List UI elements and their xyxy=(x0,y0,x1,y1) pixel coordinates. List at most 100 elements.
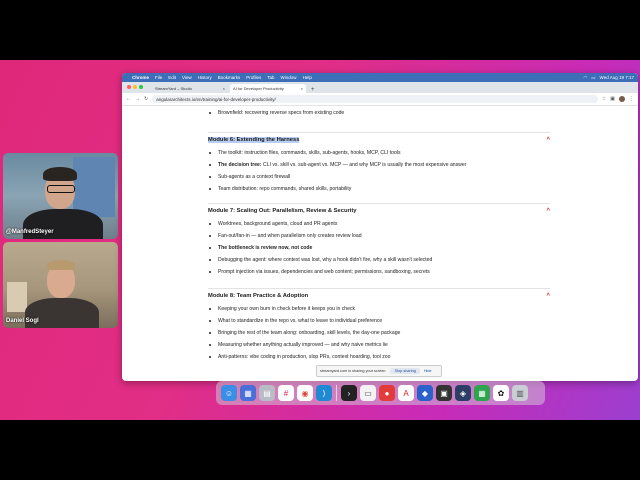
list-item-text: CLI vs. skill vs. sub-agent vs. MCP — an… xyxy=(261,162,467,168)
app-icon-green[interactable]: ▦ xyxy=(474,385,490,401)
menubar-item[interactable]: File xyxy=(155,75,162,80)
app-icon-red[interactable]: ● xyxy=(379,385,395,401)
list-item-bold: The bottleneck is review now, not code xyxy=(218,245,313,251)
window-controls xyxy=(127,85,143,89)
address-bar[interactable]: angulararchitects.io/en/training/ai-for-… xyxy=(152,95,598,103)
wifi-icon[interactable]: ◠ xyxy=(583,75,587,81)
close-icon[interactable]: × xyxy=(223,86,225,91)
chrome-icon[interactable]: ◉ xyxy=(297,385,313,401)
list-item: Anti-patterns: vibe coding in production… xyxy=(208,351,550,363)
list-item-text: Sub-agents as a context firewall xyxy=(218,174,291,180)
hide-button[interactable]: Hide xyxy=(424,369,432,373)
calendar-icon[interactable]: ▤ xyxy=(259,385,275,401)
list-item: Sub-agents as a context firewall xyxy=(208,171,550,183)
app-icon-blue[interactable]: ◆ xyxy=(417,385,433,401)
app-icon-navy[interactable]: ◈ xyxy=(455,385,471,401)
module-header[interactable]: Module 7: Scaling Out: Parallelism, Revi… xyxy=(208,203,550,218)
stop-sharing-button[interactable]: Stop sharing xyxy=(390,368,420,374)
menubar-app-name[interactable]: Chrome xyxy=(132,75,149,80)
forward-icon[interactable]: → xyxy=(135,96,140,102)
menubar-clock[interactable]: Wed Aug 19 7:17 xyxy=(600,75,634,80)
module-title: Module 6: Extending the Harness xyxy=(208,137,300,143)
list-item: Measuring whether anything actually impr… xyxy=(208,339,550,351)
module-title: Module 8: Team Practice & Adoption xyxy=(208,293,309,299)
list-item: Fan-out/fan-in — and when parallelism on… xyxy=(208,230,550,242)
list-item: Debugging the agent: where context was l… xyxy=(208,254,550,266)
tab-strip: StreamYard – Studio × AI for Developer P… xyxy=(122,82,638,93)
menubar-item[interactable]: Bookmarks xyxy=(218,75,241,80)
dock-separator xyxy=(336,385,337,401)
list-item: The toolkit: instruction files, commands… xyxy=(208,147,550,159)
screen-share-banner: streamyard.com is sharing your screen. S… xyxy=(316,365,442,377)
menubar-item[interactable]: Window xyxy=(281,75,297,80)
participant-name: Daniel Sogl xyxy=(6,318,39,324)
webcam-tile-1: @ManfredSteyer xyxy=(3,153,118,239)
mac-menubar: Chrome File Edit View History Bookmarks … xyxy=(122,73,638,82)
webcam-tile-2: Daniel Sogl xyxy=(3,242,118,328)
close-window-icon[interactable] xyxy=(127,85,131,89)
tab-title: AI for Developer Productivity xyxy=(233,86,284,91)
extensions-icon[interactable]: ▣ xyxy=(610,96,615,102)
page-content: Brownfield: recovering reverse specs fro… xyxy=(122,106,638,381)
chevron-up-icon[interactable]: ^ xyxy=(546,208,550,214)
slack-icon[interactable]: # xyxy=(278,385,294,401)
trash-icon[interactable]: ▥ xyxy=(512,385,528,401)
background-shelf xyxy=(73,157,115,217)
list-item-text: Prompt injection via issues, dependencie… xyxy=(218,269,430,275)
background-lamp xyxy=(7,282,27,312)
menubar-item[interactable]: Profiles xyxy=(246,75,261,80)
terminal-icon[interactable]: › xyxy=(341,385,357,401)
star-icon[interactable]: ☆ xyxy=(602,96,606,102)
toolbar: ← → ↻ angulararchitects.io/en/training/a… xyxy=(122,93,638,106)
profile-avatar[interactable] xyxy=(619,96,625,102)
menubar-item[interactable]: Help xyxy=(303,75,312,80)
list-item: Brownfield: recovering reverse specs fro… xyxy=(208,107,550,119)
launchpad-icon[interactable]: ▦ xyxy=(240,385,256,401)
list-item-text: Debugging the agent: where context was l… xyxy=(218,257,433,263)
acrobat-icon[interactable]: A xyxy=(398,385,414,401)
close-icon[interactable]: × xyxy=(301,86,303,91)
person-hair xyxy=(47,260,75,270)
module-header[interactable]: Module 6: Extending the Harness ^ xyxy=(208,132,550,147)
list-item: Keeping your own burn in check before it… xyxy=(208,303,550,315)
more-menu-icon[interactable]: ⋮ xyxy=(629,96,634,102)
list-item: Worktrees, background agents, cloud and … xyxy=(208,218,550,230)
module-title: Module 7: Scaling Out: Parallelism, Revi… xyxy=(208,208,357,214)
menubar-item[interactable]: View xyxy=(182,75,192,80)
list-item-bold: The decision tree: xyxy=(218,162,262,168)
chevron-up-icon[interactable]: ^ xyxy=(546,137,550,143)
share-message: streamyard.com is sharing your screen. xyxy=(320,369,387,373)
letterbox-bottom xyxy=(0,420,640,480)
list-item: What to standardize in the repo vs. what… xyxy=(208,315,550,327)
mac-dock: ☺ ▦ ▤ # ◉ ⟩ › ▭ ● A ◆ ▣ ◈ ▦ ✿ ▥ xyxy=(216,381,545,405)
letterbox-top xyxy=(0,0,640,60)
vscode-icon[interactable]: ⟩ xyxy=(316,385,332,401)
reload-icon[interactable]: ↻ xyxy=(144,96,148,102)
list-item: The bottleneck is review now, not code xyxy=(208,242,550,254)
app-icon-dark[interactable]: ▣ xyxy=(436,385,452,401)
list-item-text: What to standardize in the repo vs. what… xyxy=(218,318,383,324)
chevron-up-icon[interactable]: ^ xyxy=(546,293,550,299)
zoom-window-icon[interactable] xyxy=(139,85,143,89)
back-icon[interactable]: ← xyxy=(126,96,131,102)
list-item-text: Bringing the rest of the team along: onb… xyxy=(218,330,401,336)
minimize-window-icon[interactable] xyxy=(133,85,137,89)
chatgpt-icon[interactable]: ✿ xyxy=(493,385,509,401)
list-item-text: Keeping your own burn in check before it… xyxy=(218,306,356,312)
tab-ai-productivity[interactable]: AI for Developer Productivity × xyxy=(230,84,306,93)
menubar-item[interactable]: Tab xyxy=(267,75,274,80)
menubar-item[interactable]: Edit xyxy=(168,75,176,80)
list-item: Bringing the rest of the team along: onb… xyxy=(208,327,550,339)
tab-title: StreamYard – Studio xyxy=(155,86,192,91)
module-header[interactable]: Module 8: Team Practice & Adoption ^ xyxy=(208,288,550,303)
menubar-item[interactable]: History xyxy=(198,75,212,80)
battery-icon[interactable]: ▭ xyxy=(591,75,595,81)
new-tab-icon[interactable]: + xyxy=(308,87,318,93)
list-item: The decision tree: CLI vs. skill vs. sub… xyxy=(208,159,550,171)
finder-icon[interactable]: ☺ xyxy=(221,385,237,401)
glasses xyxy=(47,185,75,193)
participant-name: @ManfredSteyer xyxy=(6,229,54,235)
tab-streamyard[interactable]: StreamYard – Studio × xyxy=(152,84,228,93)
notes-icon[interactable]: ▭ xyxy=(360,385,376,401)
list-item-text: Brownfield: recovering reverse specs fro… xyxy=(218,110,345,116)
